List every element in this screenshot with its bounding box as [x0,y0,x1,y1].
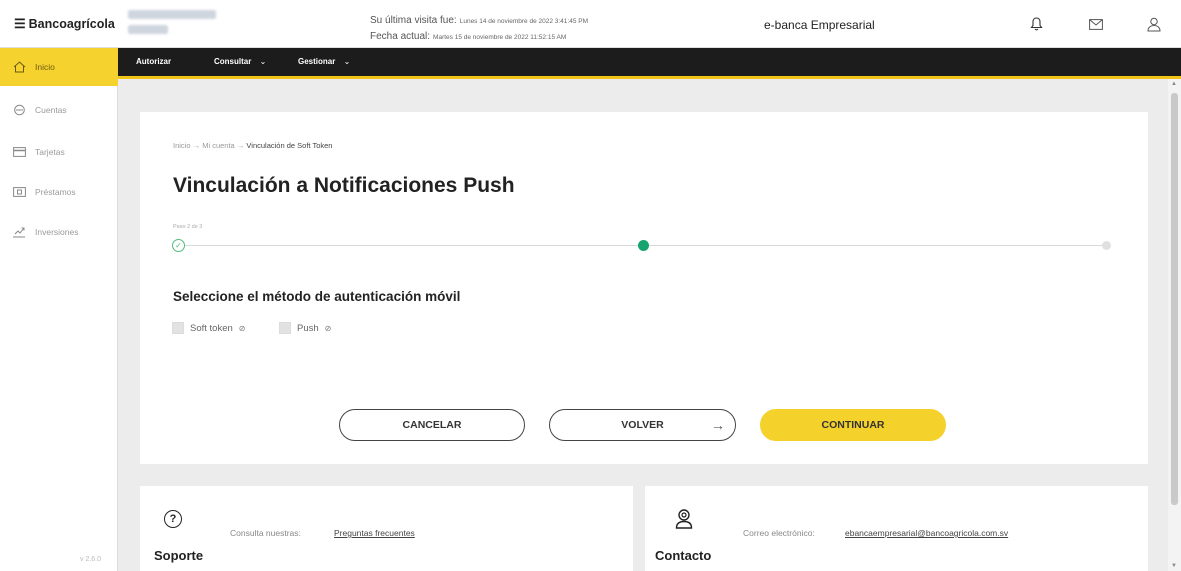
faq-link[interactable]: Preguntas frecuentes [334,528,415,538]
scrollbar-thumb[interactable] [1171,93,1178,505]
visit-info: Su última visita fue: Lunes 14 de noviemb… [370,13,588,45]
soft-token-label: Soft token [190,322,233,334]
breadcrumb-current: Vinculación de Soft Token [246,141,333,150]
push-checkbox[interactable] [279,322,291,334]
home-icon [12,60,26,74]
bank-logo-icon: ☰ [14,16,26,31]
chevron-down-icon: ⌄ [259,57,267,66]
sidebar-item-prestamos[interactable]: Préstamos [0,172,118,212]
arrow-right-icon: → [711,417,725,433]
step-3-pending [1102,241,1111,250]
breadcrumb-item[interactable]: Mi cuenta [202,141,235,150]
arrow-right-icon: → [192,141,203,150]
soft-token-checkbox[interactable] [172,322,184,334]
last-visit-label: Su última visita fue: [370,15,457,26]
back-button[interactable]: VOLVER → [549,409,736,441]
sidebar-item-label: Inversiones [35,227,79,237]
step-1-complete: ✓ [172,239,185,252]
top-header: ☰ Bancoagrícola Su última visita fue: Lun… [0,0,1181,48]
support-title: Soporte [154,548,204,563]
support-card: ? Soporte Consulta nuestras: Preguntas f… [140,486,633,571]
back-button-label: VOLVER [621,419,664,431]
sidebar-item-label: Préstamos [35,187,76,197]
support-agent-icon [675,508,693,535]
step-2-current [638,240,649,251]
sidebar-item-label: Cuentas [35,105,67,115]
info-icon[interactable]: ⊘ [325,324,332,333]
nav-autorizar[interactable]: Autorizar [136,57,171,66]
chevron-down-icon: ⌄ [343,57,351,66]
info-icon[interactable]: ⊘ [239,324,246,333]
contact-email-link[interactable]: ebancaempresarial@bancoagricola.com.sv [845,528,1008,538]
sidebar-item-label: Tarjetas [35,147,65,157]
sidebar-item-cuentas[interactable]: Cuentas [0,90,118,130]
last-visit-value: Lunes 14 de noviembre de 2022 3:41:45 PM [459,18,589,25]
contact-prompt: Correo electrónico: [743,528,815,538]
portal-name: e-banca Empresarial [764,18,875,32]
nav-consultar[interactable]: Consultar ⌄ [214,57,266,66]
contact-title: Contacto [655,548,712,563]
question-icon: ? [164,510,182,528]
user-icon[interactable] [1144,14,1164,34]
sidebar-item-inicio[interactable]: Inicio [0,48,118,86]
mail-icon[interactable] [1086,14,1106,34]
sidebar-item-label: Inicio [35,62,55,72]
nav-item-label: Gestionar [298,57,336,66]
cancel-button[interactable]: CANCELAR [339,409,525,441]
scroll-up-icon[interactable]: ▲ [1171,81,1177,87]
loan-icon [12,185,26,199]
user-name-blurred [128,10,228,40]
page-scrollbar[interactable]: ▲ ▼ [1168,79,1181,571]
option-push[interactable]: Push ⊘ [279,322,331,334]
nav-gestionar[interactable]: Gestionar ⌄ [298,57,350,66]
investment-icon [12,225,26,239]
breadcrumb-item[interactable]: Inicio [173,141,191,150]
page-title: Vinculación a Notificaciones Push [173,174,515,197]
scroll-down-icon[interactable]: ▼ [1171,563,1177,569]
step-label: Paso 2 de 3 [173,224,203,230]
app-version: v 2.6.0 [80,556,102,563]
sidebar-item-inversiones[interactable]: Inversiones [0,212,118,252]
current-date-label: Fecha actual: [370,31,431,42]
current-date-value: Martes 15 de noviembre de 2022 11:52:15 … [433,34,567,41]
check-icon: ✓ [175,241,182,250]
breadcrumb: Inicio → Mi cuenta → Vinculación de Soft… [173,141,332,150]
main-nav: Autorizar Consultar ⌄ Gestionar ⌄ [118,48,1181,76]
card-icon [12,145,26,159]
nav-item-label: Consultar [214,57,252,66]
push-label: Push [297,322,319,334]
contact-card: Contacto Correo electrónico: ebancaempre… [645,486,1148,571]
brand-logo[interactable]: ☰ Bancoagrícola [14,16,115,32]
main-card: Inicio → Mi cuenta → Vinculación de Soft… [140,112,1148,464]
brand-name: Bancoagrícola [28,17,115,31]
bell-icon[interactable] [1026,14,1046,34]
nav-accent-bar [118,76,1181,79]
arrow-right-icon: → [236,141,247,150]
nav-item-label: Autorizar [136,57,172,66]
sidebar-item-tarjetas[interactable]: Tarjetas [0,132,118,172]
section-subtitle: Seleccione el método de autenticación mó… [173,289,461,304]
support-prompt: Consulta nuestras: [230,528,301,538]
sidebar: Inicio Cuentas Tarjetas Préstamos Invers… [0,48,118,571]
accounts-icon [12,103,26,117]
continue-button[interactable]: CONTINUAR [760,409,946,441]
option-soft-token[interactable]: Soft token ⊘ [172,322,245,334]
